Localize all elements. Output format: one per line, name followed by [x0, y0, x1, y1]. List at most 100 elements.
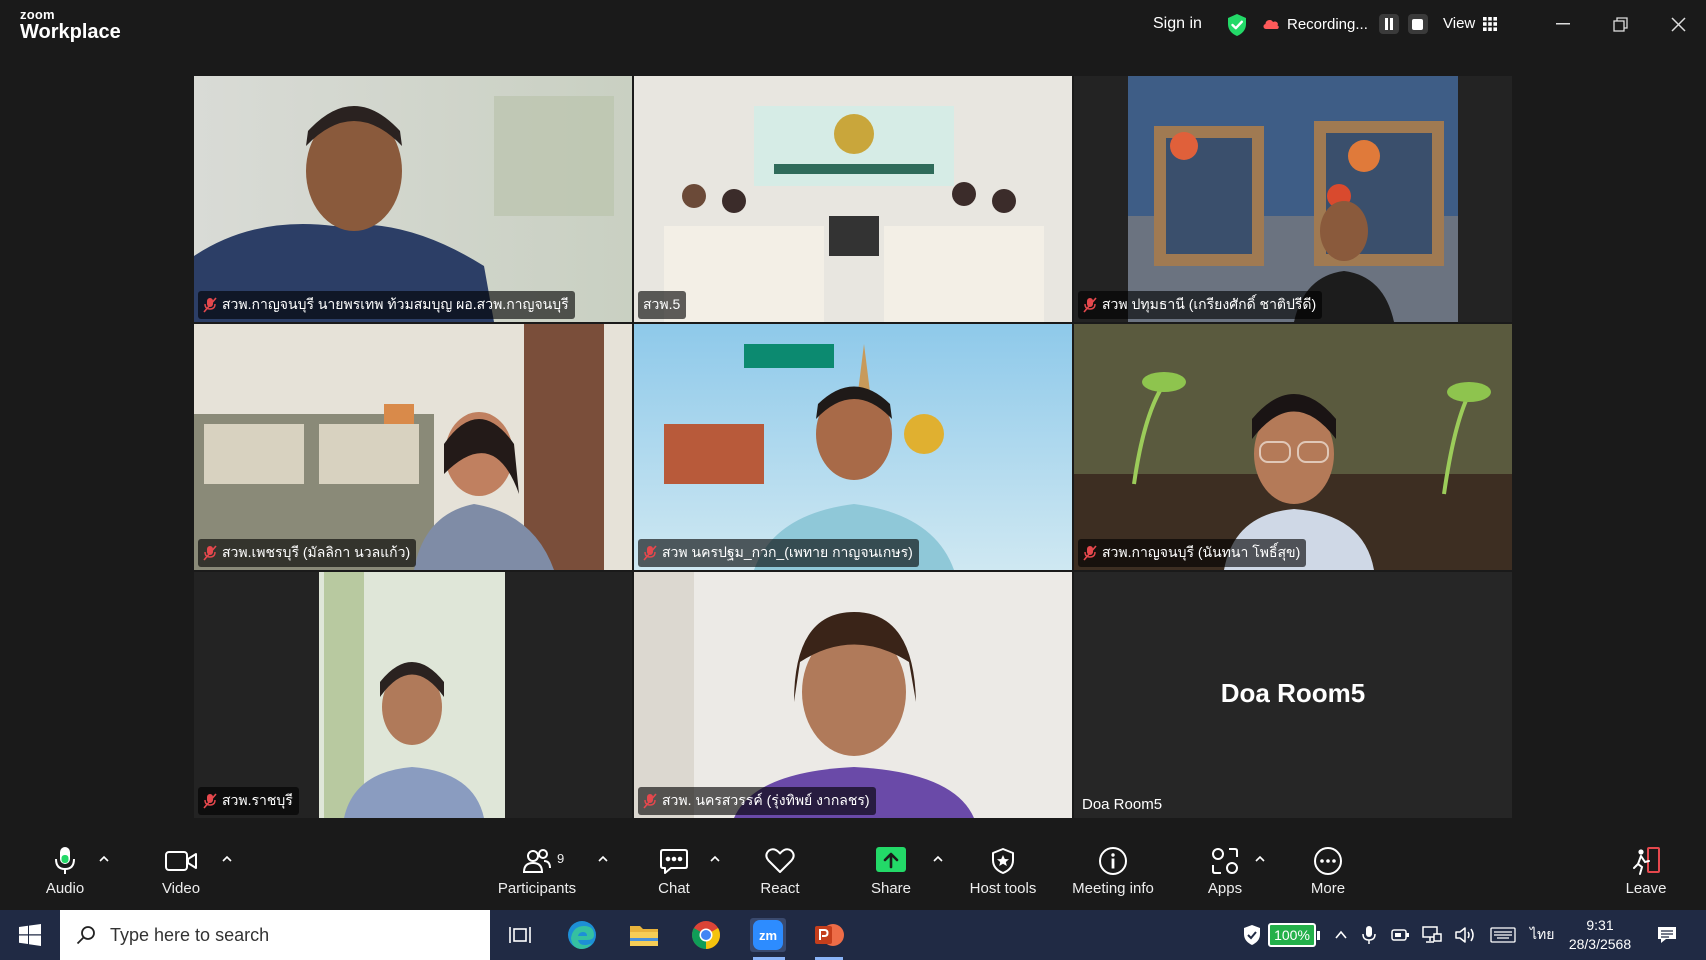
- logo-zoom-text: zoom: [20, 7, 55, 22]
- task-view-button[interactable]: [503, 918, 537, 952]
- edge-browser-button[interactable]: [565, 918, 599, 952]
- speaker-volume-icon[interactable]: [1454, 926, 1476, 944]
- battery-indicator[interactable]: 100%: [1268, 923, 1320, 947]
- participant-video: [634, 324, 1072, 570]
- view-button[interactable]: View: [1443, 15, 1498, 32]
- windows-logo-icon: [19, 924, 41, 946]
- battery-percentage: 100%: [1274, 927, 1310, 943]
- more-button[interactable]: More: [1283, 844, 1373, 897]
- audio-label: Audio: [45, 880, 85, 897]
- file-explorer-button[interactable]: [627, 918, 661, 952]
- participant-tile[interactable]: สวพ นครปฐม_กวก_(เพทาย กาญจนเกษร): [634, 324, 1072, 570]
- video-button[interactable]: Video: [136, 844, 226, 897]
- participant-name: Doa Room5: [1082, 796, 1163, 813]
- participant-video: [194, 76, 632, 322]
- participant-name-label: สวพ นครปฐม_กวก_(เพทาย กาญจนเกษร): [638, 539, 919, 567]
- chat-bubble-icon: [660, 849, 688, 874]
- chrome-browser-button[interactable]: [689, 918, 723, 952]
- battery-tip: [1317, 930, 1320, 940]
- participant-name-label: สวพ.เพชรบุรี (มัลลิกา นวลแก้ว): [198, 539, 417, 567]
- participant-tile[interactable]: สวพ.ราชบุรี: [194, 572, 632, 818]
- participant-tile[interactable]: สวพ ปทุมธานี (เกรียงศักดิ์ ชาติปรีดี): [1074, 76, 1512, 322]
- apps-label: Apps: [1207, 880, 1243, 897]
- share-options-chevron-icon[interactable]: [931, 852, 945, 866]
- task-view-icon: [509, 927, 531, 943]
- taskbar-search-box[interactable]: Type here to search: [60, 910, 490, 960]
- share-label: Share: [870, 880, 912, 897]
- power-plug-icon[interactable]: [1390, 927, 1410, 943]
- restore-button[interactable]: [1608, 12, 1632, 36]
- meeting-controls-toolbar: Audio Video Participants 9 Chat React Sh…: [0, 836, 1706, 910]
- leave-meeting-button[interactable]: Leave: [1601, 844, 1691, 897]
- participants-options-chevron-icon[interactable]: [596, 852, 610, 866]
- pause-recording-button[interactable]: [1378, 14, 1399, 34]
- participant-video: [634, 76, 1072, 322]
- touch-keyboard-icon[interactable]: [1490, 927, 1516, 943]
- clock-date: 28/3/2568: [1568, 936, 1632, 952]
- clock-time: 9:31: [1586, 917, 1614, 933]
- sign-in-link[interactable]: Sign in: [1153, 15, 1202, 33]
- participant-tile[interactable]: สวพ.เพชรบุรี (มัลลิกา นวลแก้ว): [194, 324, 632, 570]
- notifications-icon: [1658, 927, 1676, 943]
- zoom-workplace-logo: zoom Workplace: [20, 8, 121, 42]
- input-language-indicator[interactable]: ไทย: [1530, 924, 1554, 946]
- security-shield-icon[interactable]: [1242, 924, 1262, 946]
- cloud-record-icon: [1263, 20, 1279, 29]
- react-button[interactable]: React: [735, 844, 825, 897]
- participant-name: สวพ.5: [643, 296, 681, 312]
- audio-options-chevron-icon[interactable]: [97, 852, 111, 866]
- logo-workplace-text: Workplace: [20, 21, 121, 43]
- muted-mic-icon: [643, 545, 657, 561]
- stop-recording-button[interactable]: [1407, 14, 1428, 34]
- minimize-button[interactable]: [1551, 12, 1575, 36]
- participants-button[interactable]: Participants: [492, 844, 582, 897]
- participant-name-label: สวพ.ราชบุรี: [198, 787, 299, 815]
- powerpoint-button[interactable]: [812, 918, 846, 952]
- participant-name: สวพ.เพชรบุรี (มัลลิกา นวลแก้ว): [222, 544, 411, 560]
- participant-name-label: สวพ. นครสวรรค์ (รุ่งทิพย์ งากลชร): [638, 787, 876, 815]
- participant-display-name: Doa Room5: [1220, 678, 1366, 708]
- participant-name: สวพ ปทุมธานี (เกรียงศักดิ์ ชาติปรีดี): [1102, 296, 1317, 312]
- video-camera-icon: [165, 851, 197, 871]
- network-icon[interactable]: [1422, 926, 1442, 944]
- stop-icon: [1412, 18, 1424, 30]
- participant-video: [194, 324, 632, 570]
- apps-options-chevron-icon[interactable]: [1253, 852, 1267, 866]
- chat-options-chevron-icon[interactable]: [708, 852, 722, 866]
- participant-tile-active-speaker[interactable]: สวพ.5: [634, 76, 1072, 322]
- share-screen-button[interactable]: Share: [846, 844, 936, 897]
- chat-button[interactable]: Chat: [629, 844, 719, 897]
- battery-icon: 100%: [1268, 923, 1316, 947]
- notification-center-button[interactable]: [1650, 918, 1684, 952]
- participant-tile-no-video[interactable]: Doa Room5 Doa Room5: [1074, 572, 1512, 818]
- meeting-info-button[interactable]: Meeting info: [1068, 844, 1158, 897]
- muted-mic-icon: [1083, 545, 1097, 561]
- meeting-info-label: Meeting info: [1072, 880, 1154, 897]
- participant-name: สวพ.กาญจนบุรี นายพรเทพ ท้วมสมบุญ ผอ.สวพ.…: [222, 296, 569, 312]
- info-icon: [1099, 847, 1127, 875]
- muted-mic-icon: [203, 297, 217, 313]
- more-label: More: [1310, 880, 1346, 897]
- participant-name: สวพ.ราชบุรี: [222, 792, 293, 808]
- taskbar-clock[interactable]: 9:31 28/3/2568: [1560, 916, 1640, 954]
- participant-tile[interactable]: สวพ. นครสวรรค์ (รุ่งทิพย์ งากลชร): [634, 572, 1072, 818]
- microphone-tray-icon[interactable]: [1362, 925, 1376, 945]
- grid-view-icon: [1483, 16, 1498, 31]
- encryption-shield-icon[interactable]: [1226, 13, 1248, 37]
- participant-name-label: สวพ.กาญจนบุรี นายพรเทพ ท้วมสมบุญ ผอ.สวพ.…: [198, 291, 575, 319]
- participant-name: สวพ.กาญจนบุรี (นันทนา โพธิ์สุข): [1102, 544, 1301, 560]
- participant-name-label: สวพ.5: [638, 291, 687, 319]
- show-hidden-icons-chevron-icon[interactable]: [1334, 928, 1348, 942]
- participant-tile[interactable]: สวพ.กาญจนบุรี นายพรเทพ ท้วมสมบุญ ผอ.สวพ.…: [194, 76, 632, 322]
- heart-icon: [765, 848, 795, 873]
- windows-taskbar: Type here to search zm 100% ไทย 9:31 28/…: [0, 910, 1706, 960]
- search-icon: [76, 926, 95, 945]
- host-tools-button[interactable]: Host tools: [958, 844, 1048, 897]
- view-label: View: [1443, 15, 1476, 32]
- participant-tile[interactable]: สวพ.กาญจนบุรี (นันทนา โพธิ์สุข): [1074, 324, 1512, 570]
- video-options-chevron-icon[interactable]: [220, 852, 234, 866]
- host-tools-label: Host tools: [969, 880, 1037, 897]
- close-window-button[interactable]: [1666, 12, 1690, 36]
- windows-start-button[interactable]: [13, 918, 47, 952]
- zoom-app-button[interactable]: zm: [750, 918, 786, 952]
